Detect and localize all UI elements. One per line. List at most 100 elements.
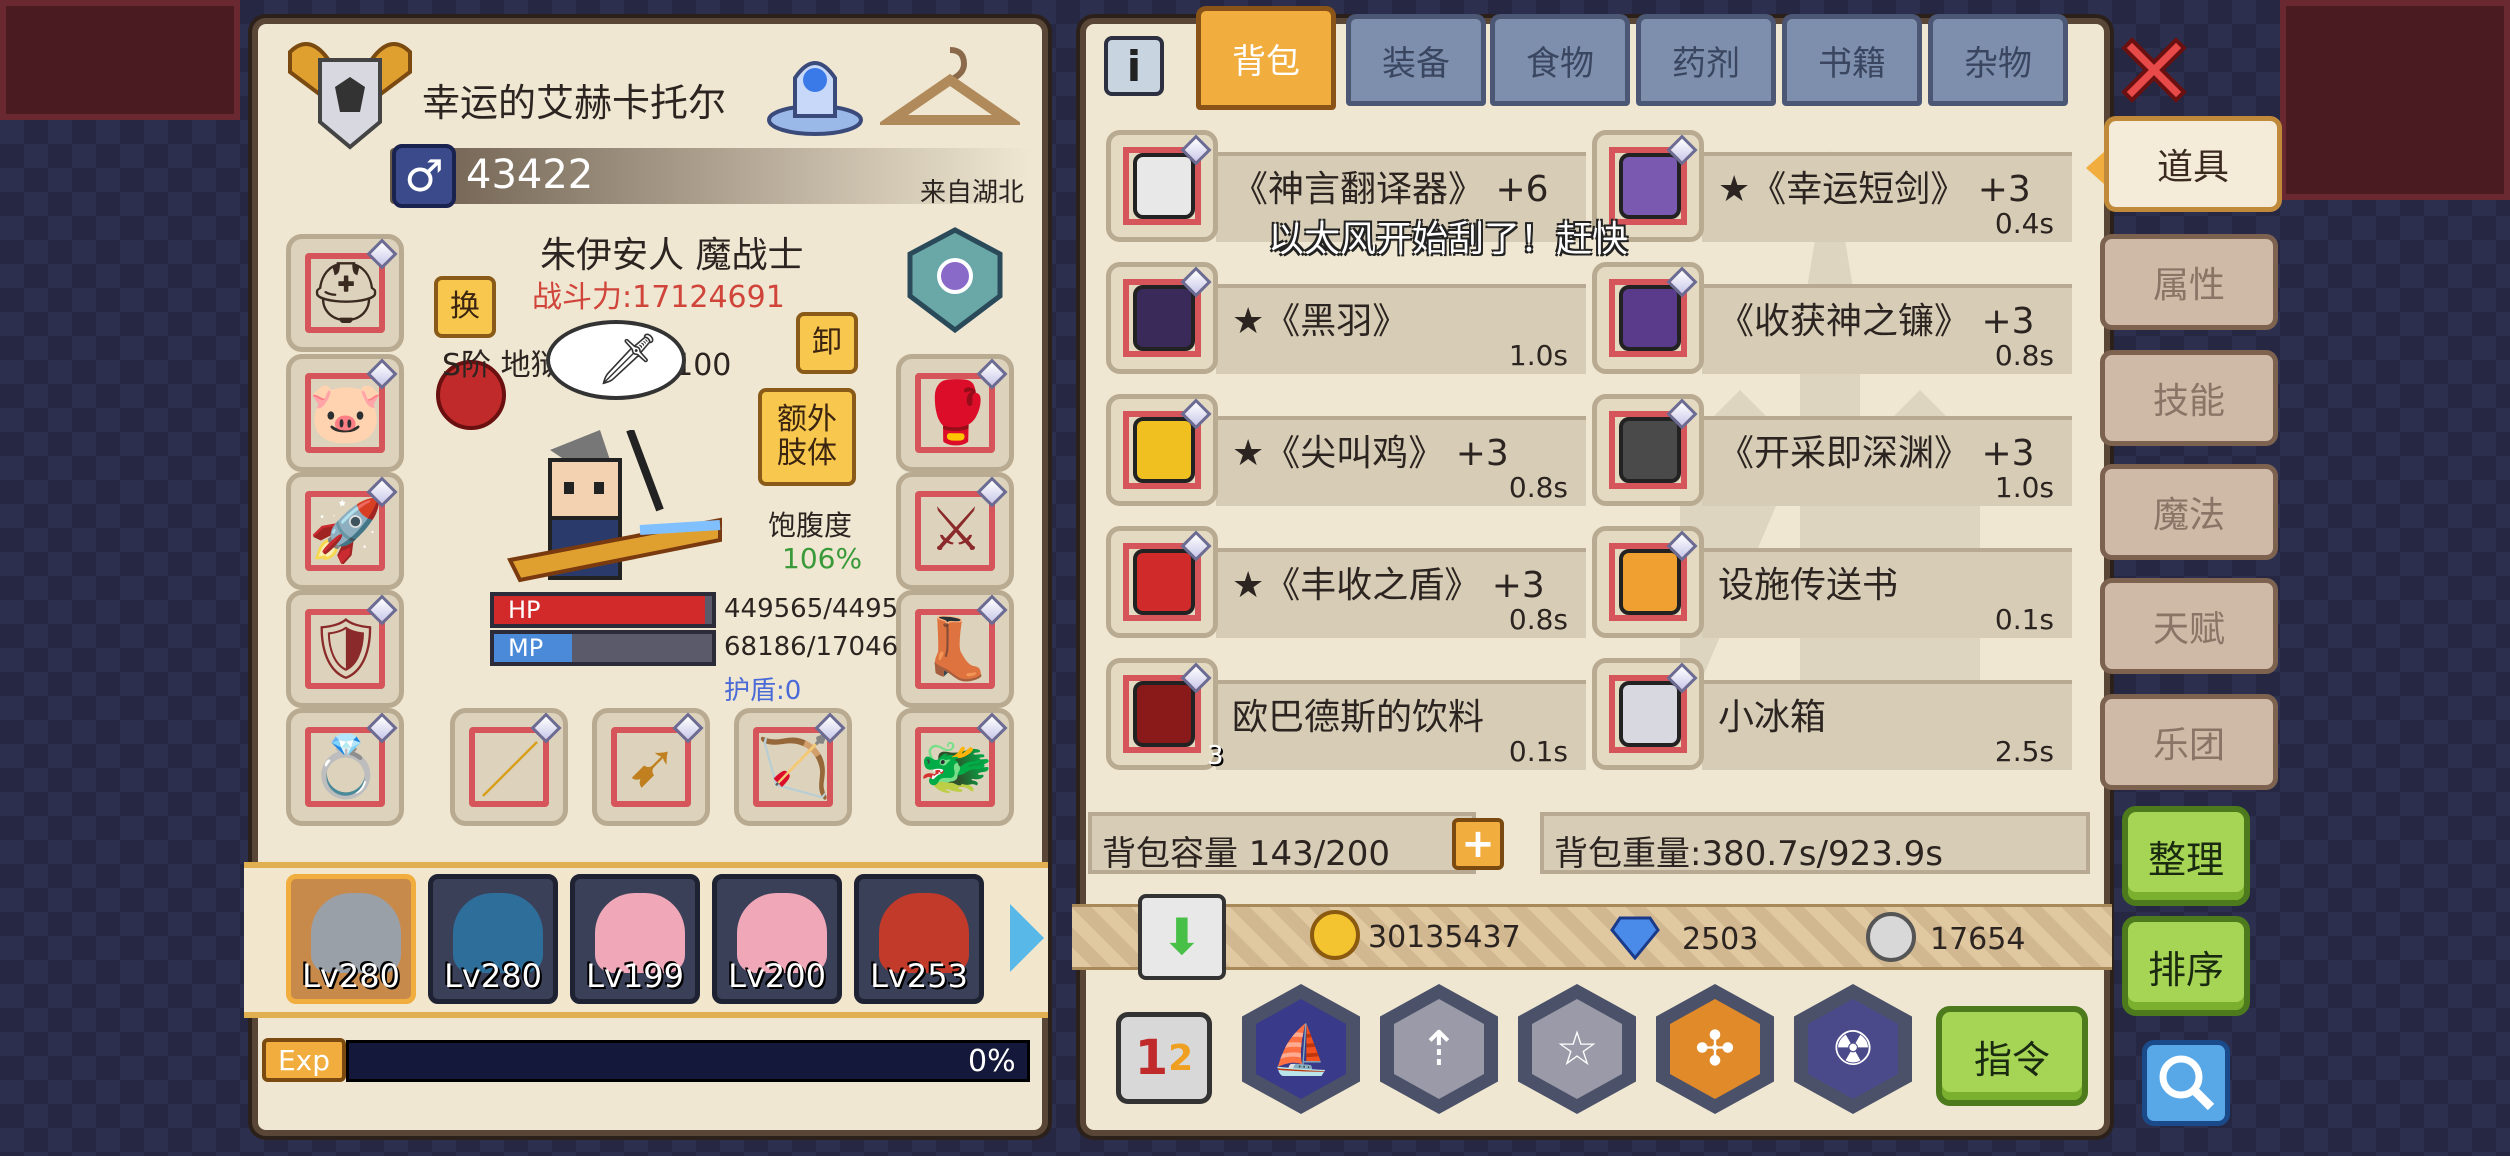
sort-button[interactable]: 整理 bbox=[2122, 806, 2250, 906]
item-weight: 0.4s bbox=[1994, 207, 2054, 240]
party-member-card[interactable]: Lv253 bbox=[854, 874, 984, 1004]
arrow-up-icon: ⇡ bbox=[1394, 999, 1484, 1099]
side-tab-attributes[interactable]: 属性 bbox=[2100, 234, 2278, 330]
tab-backpack[interactable]: 背包 bbox=[1196, 6, 1336, 110]
close-icon[interactable] bbox=[2114, 30, 2194, 110]
tab-food[interactable]: 食物 bbox=[1490, 14, 1630, 106]
mp-value: 68186/17046 bbox=[724, 632, 899, 662]
inventory-item[interactable]: ★《幸运短剑》 +3 0.4s bbox=[1592, 130, 2072, 242]
inventory-item[interactable]: 3 欧巴德斯的饮料 0.1s bbox=[1106, 658, 1586, 771]
item-count: 3 bbox=[1207, 741, 1224, 771]
inventory-item[interactable]: ★《丰收之盾》 +3 0.8s bbox=[1106, 526, 1586, 638]
page-toggle-button[interactable]: 12 bbox=[1116, 1012, 1212, 1104]
inventory-item[interactable]: 《收获神之镰》 +3 0.8s bbox=[1592, 262, 2072, 374]
item-name: 设施传送书 bbox=[1718, 565, 1899, 606]
search-icon[interactable] bbox=[2142, 1040, 2230, 1126]
add-capacity-button[interactable]: + bbox=[1452, 818, 1504, 870]
silver-coin-icon bbox=[1866, 912, 1916, 962]
command-button[interactable]: 指令 bbox=[1936, 1006, 2088, 1106]
item-icon-slot bbox=[1106, 130, 1218, 242]
item-weight: 0.8s bbox=[1508, 471, 1568, 504]
download-icon[interactable]: ⬇ bbox=[1138, 894, 1226, 980]
equip-slot-cloak[interactable]: 🛡 bbox=[286, 590, 404, 708]
tab-equipment[interactable]: 装备 bbox=[1346, 14, 1486, 106]
unequip-button[interactable]: 卸 bbox=[796, 312, 858, 374]
party-next-arrow-icon[interactable] bbox=[1010, 904, 1044, 972]
side-tab-magic[interactable]: 魔法 bbox=[2100, 464, 2278, 560]
item-icon-slot bbox=[1106, 262, 1218, 374]
item-weight: 2.5s bbox=[1994, 735, 2054, 768]
background-carpet bbox=[2280, 0, 2510, 200]
hp-bar: HP bbox=[490, 592, 716, 628]
side-tab-skills[interactable]: 技能 bbox=[2100, 350, 2278, 446]
equip-slot-belt[interactable]: ⚔ bbox=[896, 472, 1014, 590]
equip-slot-ring[interactable]: 💍 bbox=[286, 708, 404, 826]
rank-emblem-icon bbox=[280, 32, 420, 152]
extra-limb-button[interactable]: 额外肢体 bbox=[758, 388, 856, 486]
equip-slot-boots[interactable]: 👢 bbox=[896, 590, 1014, 708]
satiety-value: 106% bbox=[782, 542, 863, 575]
side-tab-items[interactable]: 道具 bbox=[2104, 116, 2282, 212]
party-member-level: Lv200 bbox=[728, 957, 826, 995]
item-weight: 0.8s bbox=[1508, 603, 1568, 636]
backpack-weight: 背包重量:380.7s/923.9s bbox=[1554, 834, 1944, 874]
party-member-card[interactable]: Lv199 bbox=[570, 874, 700, 1004]
order-button[interactable]: 排序 bbox=[2122, 916, 2250, 1016]
party-member-card[interactable]: Lv280 bbox=[286, 874, 416, 1004]
item-name: 欧巴德斯的饮料 bbox=[1232, 697, 1485, 738]
equip-slot-chest[interactable]: 🚀 bbox=[286, 472, 404, 590]
tab-misc[interactable]: 杂物 bbox=[1928, 14, 2068, 106]
inventory-item[interactable]: ★《黑羽》 1.0s bbox=[1106, 262, 1586, 374]
mp-label: MP bbox=[508, 634, 544, 662]
hanger-icon[interactable] bbox=[875, 38, 1025, 138]
equip-slot-gauntlet[interactable]: 🥊 bbox=[896, 354, 1014, 472]
side-tab-band[interactable]: 乐团 bbox=[2100, 694, 2278, 790]
tab-potions[interactable]: 药剂 bbox=[1636, 14, 1776, 106]
equip-slot-weapon-3[interactable]: 🏹 bbox=[734, 708, 852, 826]
item-name: ★《丰收之盾》 +3 bbox=[1232, 565, 1545, 606]
item-icon-slot bbox=[1592, 262, 1704, 374]
inventory-item[interactable]: 小冰箱 2.5s bbox=[1592, 658, 2072, 770]
item-icon-slot bbox=[1592, 526, 1704, 638]
party-member-level: Lv280 bbox=[302, 957, 400, 995]
item-name: ★《尖叫鸡》 +3 bbox=[1232, 433, 1509, 474]
equip-slot-weapon-1[interactable]: ／ bbox=[450, 708, 568, 826]
exp-bar bbox=[346, 1040, 1030, 1082]
item-weight: 1.0s bbox=[1994, 471, 2054, 504]
scythe-icon bbox=[1619, 285, 1681, 351]
pinwheel-icon: ✣ bbox=[1670, 999, 1760, 1099]
hp-value: 449565/4495 bbox=[724, 594, 899, 624]
player-id: 43422 bbox=[466, 152, 594, 198]
shield-icon bbox=[1133, 549, 1195, 615]
inventory-item[interactable]: 《开采即深渊》 +3 1.0s bbox=[1592, 394, 2072, 506]
inventory-item[interactable]: ★《尖叫鸡》 +3 0.8s bbox=[1106, 394, 1586, 506]
side-tab-talent[interactable]: 天赋 bbox=[2100, 578, 2278, 674]
info-icon[interactable]: i bbox=[1104, 36, 1164, 96]
rubber-chicken-icon bbox=[1133, 417, 1195, 483]
character-name-class: 朱伊安人 魔战士 bbox=[540, 235, 804, 276]
speech-bubble-text: 以太风开始刮了！赶快 bbox=[1268, 219, 1629, 260]
item-icon-slot bbox=[1592, 394, 1704, 506]
item-name: ★《幸运短剑》 +3 bbox=[1718, 169, 2031, 210]
diamond-icon bbox=[1610, 914, 1660, 961]
backpack-capacity: 背包容量 143/200 bbox=[1102, 834, 1391, 874]
item-icon-slot bbox=[1106, 394, 1218, 506]
character-sprite bbox=[490, 428, 730, 610]
party-member-card[interactable]: Lv200 bbox=[712, 874, 842, 1004]
inventory-item[interactable]: 设施传送书 0.1s bbox=[1592, 526, 2072, 638]
equip-slot-weapon-2[interactable]: ➹ bbox=[592, 708, 710, 826]
tab-books[interactable]: 书籍 bbox=[1782, 14, 1922, 106]
equip-slot-accessory[interactable]: 🐲 bbox=[896, 708, 1014, 826]
black-feather-icon bbox=[1133, 285, 1195, 351]
item-name: 《收获神之镰》 +3 bbox=[1718, 301, 2035, 342]
fridge-icon bbox=[1619, 681, 1681, 747]
party-member-card[interactable]: Lv280 bbox=[428, 874, 558, 1004]
pickaxe-icon bbox=[1619, 417, 1681, 483]
hp-label: HP bbox=[508, 596, 541, 624]
equip-slot-amulet[interactable]: 🐷 bbox=[286, 354, 404, 472]
headphones-icon bbox=[1133, 153, 1195, 219]
crest-icon[interactable] bbox=[900, 226, 1010, 336]
equip-slot-helmet[interactable]: ⛑ bbox=[286, 234, 404, 352]
swap-button[interactable]: 换 bbox=[434, 276, 496, 338]
crystal-icon[interactable] bbox=[760, 38, 870, 138]
